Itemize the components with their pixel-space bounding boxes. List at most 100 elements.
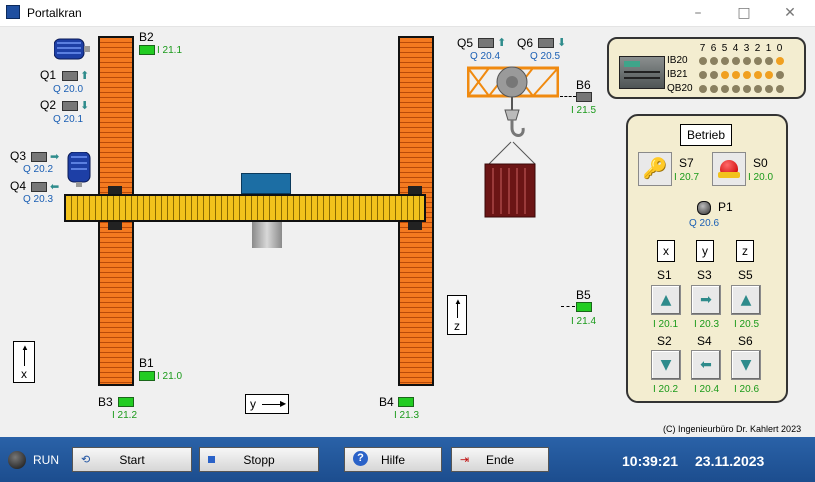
plc-led <box>721 71 729 79</box>
plc-bit-header: 5 <box>721 43 728 54</box>
plc-led <box>699 71 707 79</box>
s6-button[interactable]: ▼ <box>731 350 761 380</box>
s0-addr: I 20.0 <box>748 172 774 183</box>
left-lower-carriage <box>108 222 122 230</box>
y-axis-label: y <box>250 397 256 411</box>
plc-led <box>776 71 784 79</box>
plc-row-label: QB20 <box>667 83 693 94</box>
s5-addr: I 20.5 <box>734 319 760 330</box>
s1-button[interactable]: ▲ <box>651 285 681 315</box>
s0-label: S0 <box>753 156 768 170</box>
end-label: Ende <box>485 453 515 467</box>
s6-addr: I 20.6 <box>734 384 760 395</box>
s1-addr: I 20.1 <box>653 319 679 330</box>
right-lower-carriage <box>408 222 422 230</box>
plc-bit-header: 1 <box>765 43 772 54</box>
s7-label: S7 <box>679 156 694 170</box>
output-q5-indicator <box>478 38 494 48</box>
sensor-b3-addr: I 21.2 <box>112 410 138 421</box>
s7-key-switch[interactable]: 🔑 <box>638 152 672 186</box>
sensor-b6-beam <box>560 96 576 97</box>
start-button[interactable]: ⟲ Start <box>72 447 192 472</box>
plc-panel: 76543210 IB20 IB21 QB20 <box>607 37 806 99</box>
close-button[interactable]: ✕ <box>770 2 810 24</box>
plc-row-label: IB20 <box>667 55 688 66</box>
output-q4-addr: Q 20.3 <box>23 194 54 205</box>
plc-led <box>732 85 740 93</box>
stop-button[interactable]: Stopp <box>199 447 319 472</box>
window-title: Portalkran <box>27 6 82 20</box>
plc-bit-header: 2 <box>754 43 761 54</box>
plc-bit-header: 6 <box>710 43 717 54</box>
output-q4-indicator <box>31 182 47 192</box>
arrow-up-icon: ⬆ <box>80 69 90 82</box>
plc-led <box>776 85 784 93</box>
output-q1-label: Q1 <box>40 68 57 82</box>
plc-led <box>754 85 762 93</box>
s2-button[interactable]: ▼ <box>651 350 681 380</box>
x-drive-motor <box>53 37 92 61</box>
run-indicator-lamp <box>8 451 26 469</box>
s2-label: S2 <box>657 334 672 348</box>
sensor-b1-addr: I 21.0 <box>157 371 183 382</box>
plc-led <box>732 57 740 65</box>
s6-label: S6 <box>738 334 753 348</box>
plc-device-icon <box>619 56 665 89</box>
plc-led <box>765 57 773 65</box>
maximize-button[interactable]: □ <box>724 2 764 24</box>
gantry-beam <box>64 194 426 222</box>
trolley <box>241 173 291 194</box>
axis-y-header: y <box>696 240 714 262</box>
output-q6-label: Q6 <box>517 36 534 50</box>
sensor-b4-addr: I 21.3 <box>394 410 420 421</box>
s1-label: S1 <box>657 268 672 282</box>
s3-label: S3 <box>697 268 712 282</box>
arrow-up-icon: ⬆ <box>497 36 507 49</box>
plc-row-label: IB21 <box>667 69 688 80</box>
arrow-right-icon: ➡ <box>50 150 60 163</box>
s4-addr: I 20.4 <box>694 384 720 395</box>
plc-led <box>776 57 784 65</box>
sensor-b2-label: B2 <box>139 30 154 44</box>
s3-addr: I 20.3 <box>694 319 720 330</box>
output-q3-indicator <box>31 152 47 162</box>
help-button[interactable]: ? Hilfe <box>344 447 442 472</box>
trolley-hoist-motor <box>252 222 282 248</box>
sensor-b1-label: B1 <box>139 356 154 370</box>
plc-led <box>743 71 751 79</box>
betrieb-button[interactable]: Betrieb <box>680 124 732 146</box>
minimize-button[interactable]: – <box>678 2 718 24</box>
z-axis-indicator: ▲ z <box>447 295 467 335</box>
sensor-b2-indicator <box>139 45 155 55</box>
s4-button[interactable]: ⬅ <box>691 350 721 380</box>
output-q5-addr: Q 20.4 <box>470 51 501 62</box>
s5-button[interactable]: ▲ <box>731 285 761 315</box>
clock-date: 23.11.2023 <box>695 453 765 469</box>
plc-led <box>743 57 751 65</box>
plc-bit-header: 3 <box>743 43 750 54</box>
sensor-b4-indicator <box>398 397 414 407</box>
status-bar: RUN ⟲ Start Stopp ? Hilfe ⇥ Ende 10:39:2… <box>0 437 815 482</box>
help-label: Hilfe <box>380 453 405 467</box>
axis-x-header: x <box>657 240 675 262</box>
start-label: Start <box>119 453 145 467</box>
y-axis-indicator: y ▶ <box>245 394 289 414</box>
plc-led <box>710 57 718 65</box>
output-q2-addr: Q 20.1 <box>53 114 84 125</box>
title-bar: Portalkran – □ ✕ <box>0 0 815 27</box>
end-button[interactable]: ⇥ Ende <box>451 447 549 472</box>
sensor-b3-label: B3 <box>98 395 113 409</box>
s7-addr: I 20.7 <box>674 172 700 183</box>
left-upper-carriage <box>108 186 122 194</box>
x-axis-label: x <box>21 367 27 381</box>
sensor-b4-label: B4 <box>379 395 394 409</box>
s3-button[interactable]: ➡ <box>691 285 721 315</box>
plc-bit-header: 0 <box>776 43 783 54</box>
s0-emergency-stop-button[interactable] <box>712 152 746 186</box>
plc-led <box>699 85 707 93</box>
stop-label: Stopp <box>243 453 275 467</box>
z-axis-label: z <box>454 319 460 333</box>
plc-bit-header: 4 <box>732 43 739 54</box>
output-q2-indicator <box>62 101 78 111</box>
plc-led <box>765 71 773 79</box>
